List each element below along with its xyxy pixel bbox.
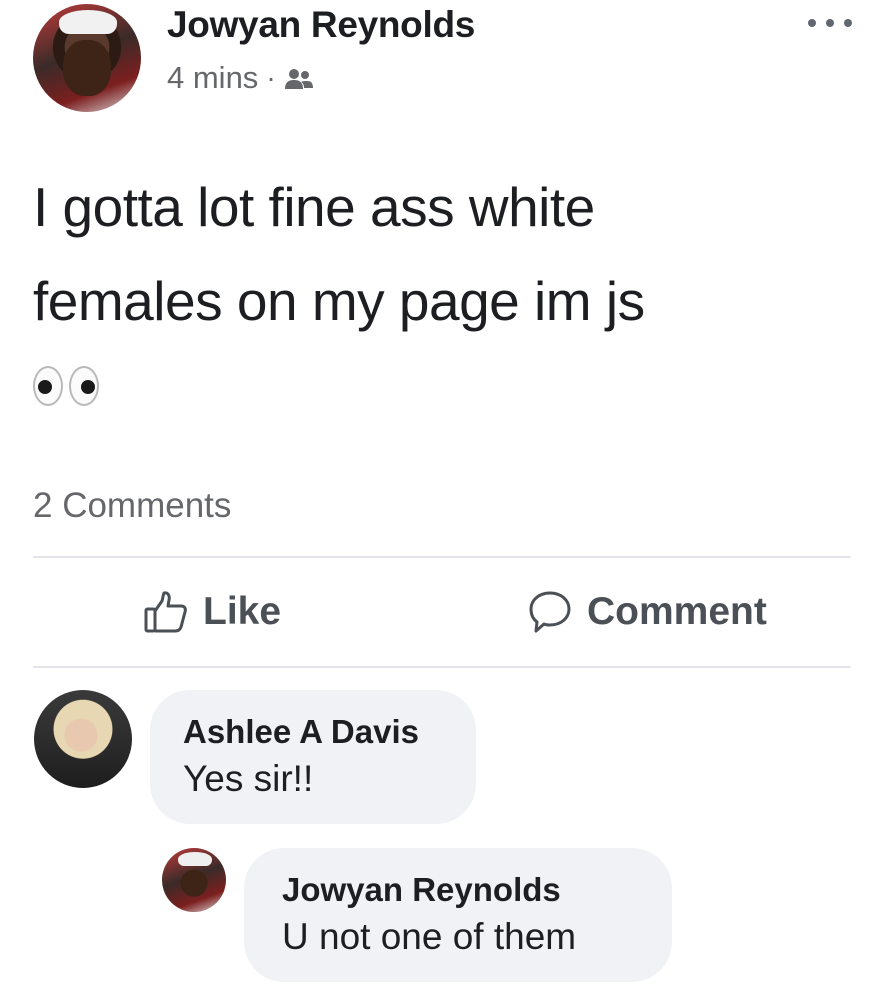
comment-label: Comment xyxy=(587,590,767,633)
reply-author[interactable]: Jowyan Reynolds xyxy=(282,868,672,912)
speech-bubble-icon xyxy=(527,589,573,635)
eye-right-icon xyxy=(69,366,99,406)
divider xyxy=(33,666,851,668)
more-dot xyxy=(808,19,816,27)
post-text: I gotta lot fine ass white females on my… xyxy=(33,160,853,442)
comment-text: Yes sir!! xyxy=(183,758,314,799)
author-avatar[interactable] xyxy=(33,4,141,112)
like-label: Like xyxy=(203,590,282,633)
more-dot xyxy=(844,19,852,27)
thumbs-up-icon xyxy=(143,589,189,635)
more-options-icon[interactable] xyxy=(808,10,852,36)
eye-left-icon xyxy=(33,366,63,406)
reply-avatar[interactable] xyxy=(162,848,226,912)
post-text-line: I gotta lot fine ass white xyxy=(33,176,595,238)
like-button[interactable]: Like xyxy=(143,580,281,644)
post-meta: 4 mins · xyxy=(167,60,314,96)
meta-separator: · xyxy=(266,62,276,93)
friends-icon[interactable] xyxy=(284,65,314,91)
post-text-line: females on my page im js xyxy=(33,270,645,332)
reply-bubble: Jowyan Reynolds U not one of them xyxy=(244,848,672,982)
reply-text: U not one of them xyxy=(282,916,577,957)
post-card: Jowyan Reynolds 4 mins · I gotta lot fin… xyxy=(0,0,883,1000)
comment-button[interactable]: Comment xyxy=(527,580,767,644)
more-dot xyxy=(826,19,834,27)
commenter-avatar[interactable] xyxy=(34,690,132,788)
eyes-emoji xyxy=(33,366,99,406)
author-name[interactable]: Jowyan Reynolds xyxy=(167,4,475,46)
comment-author[interactable]: Ashlee A Davis xyxy=(183,710,476,754)
comment-bubble: Ashlee A Davis Yes sir!! xyxy=(150,690,476,824)
post-timestamp[interactable]: 4 mins xyxy=(167,60,258,96)
divider xyxy=(33,556,851,558)
comments-count[interactable]: 2 Comments xyxy=(33,486,231,526)
